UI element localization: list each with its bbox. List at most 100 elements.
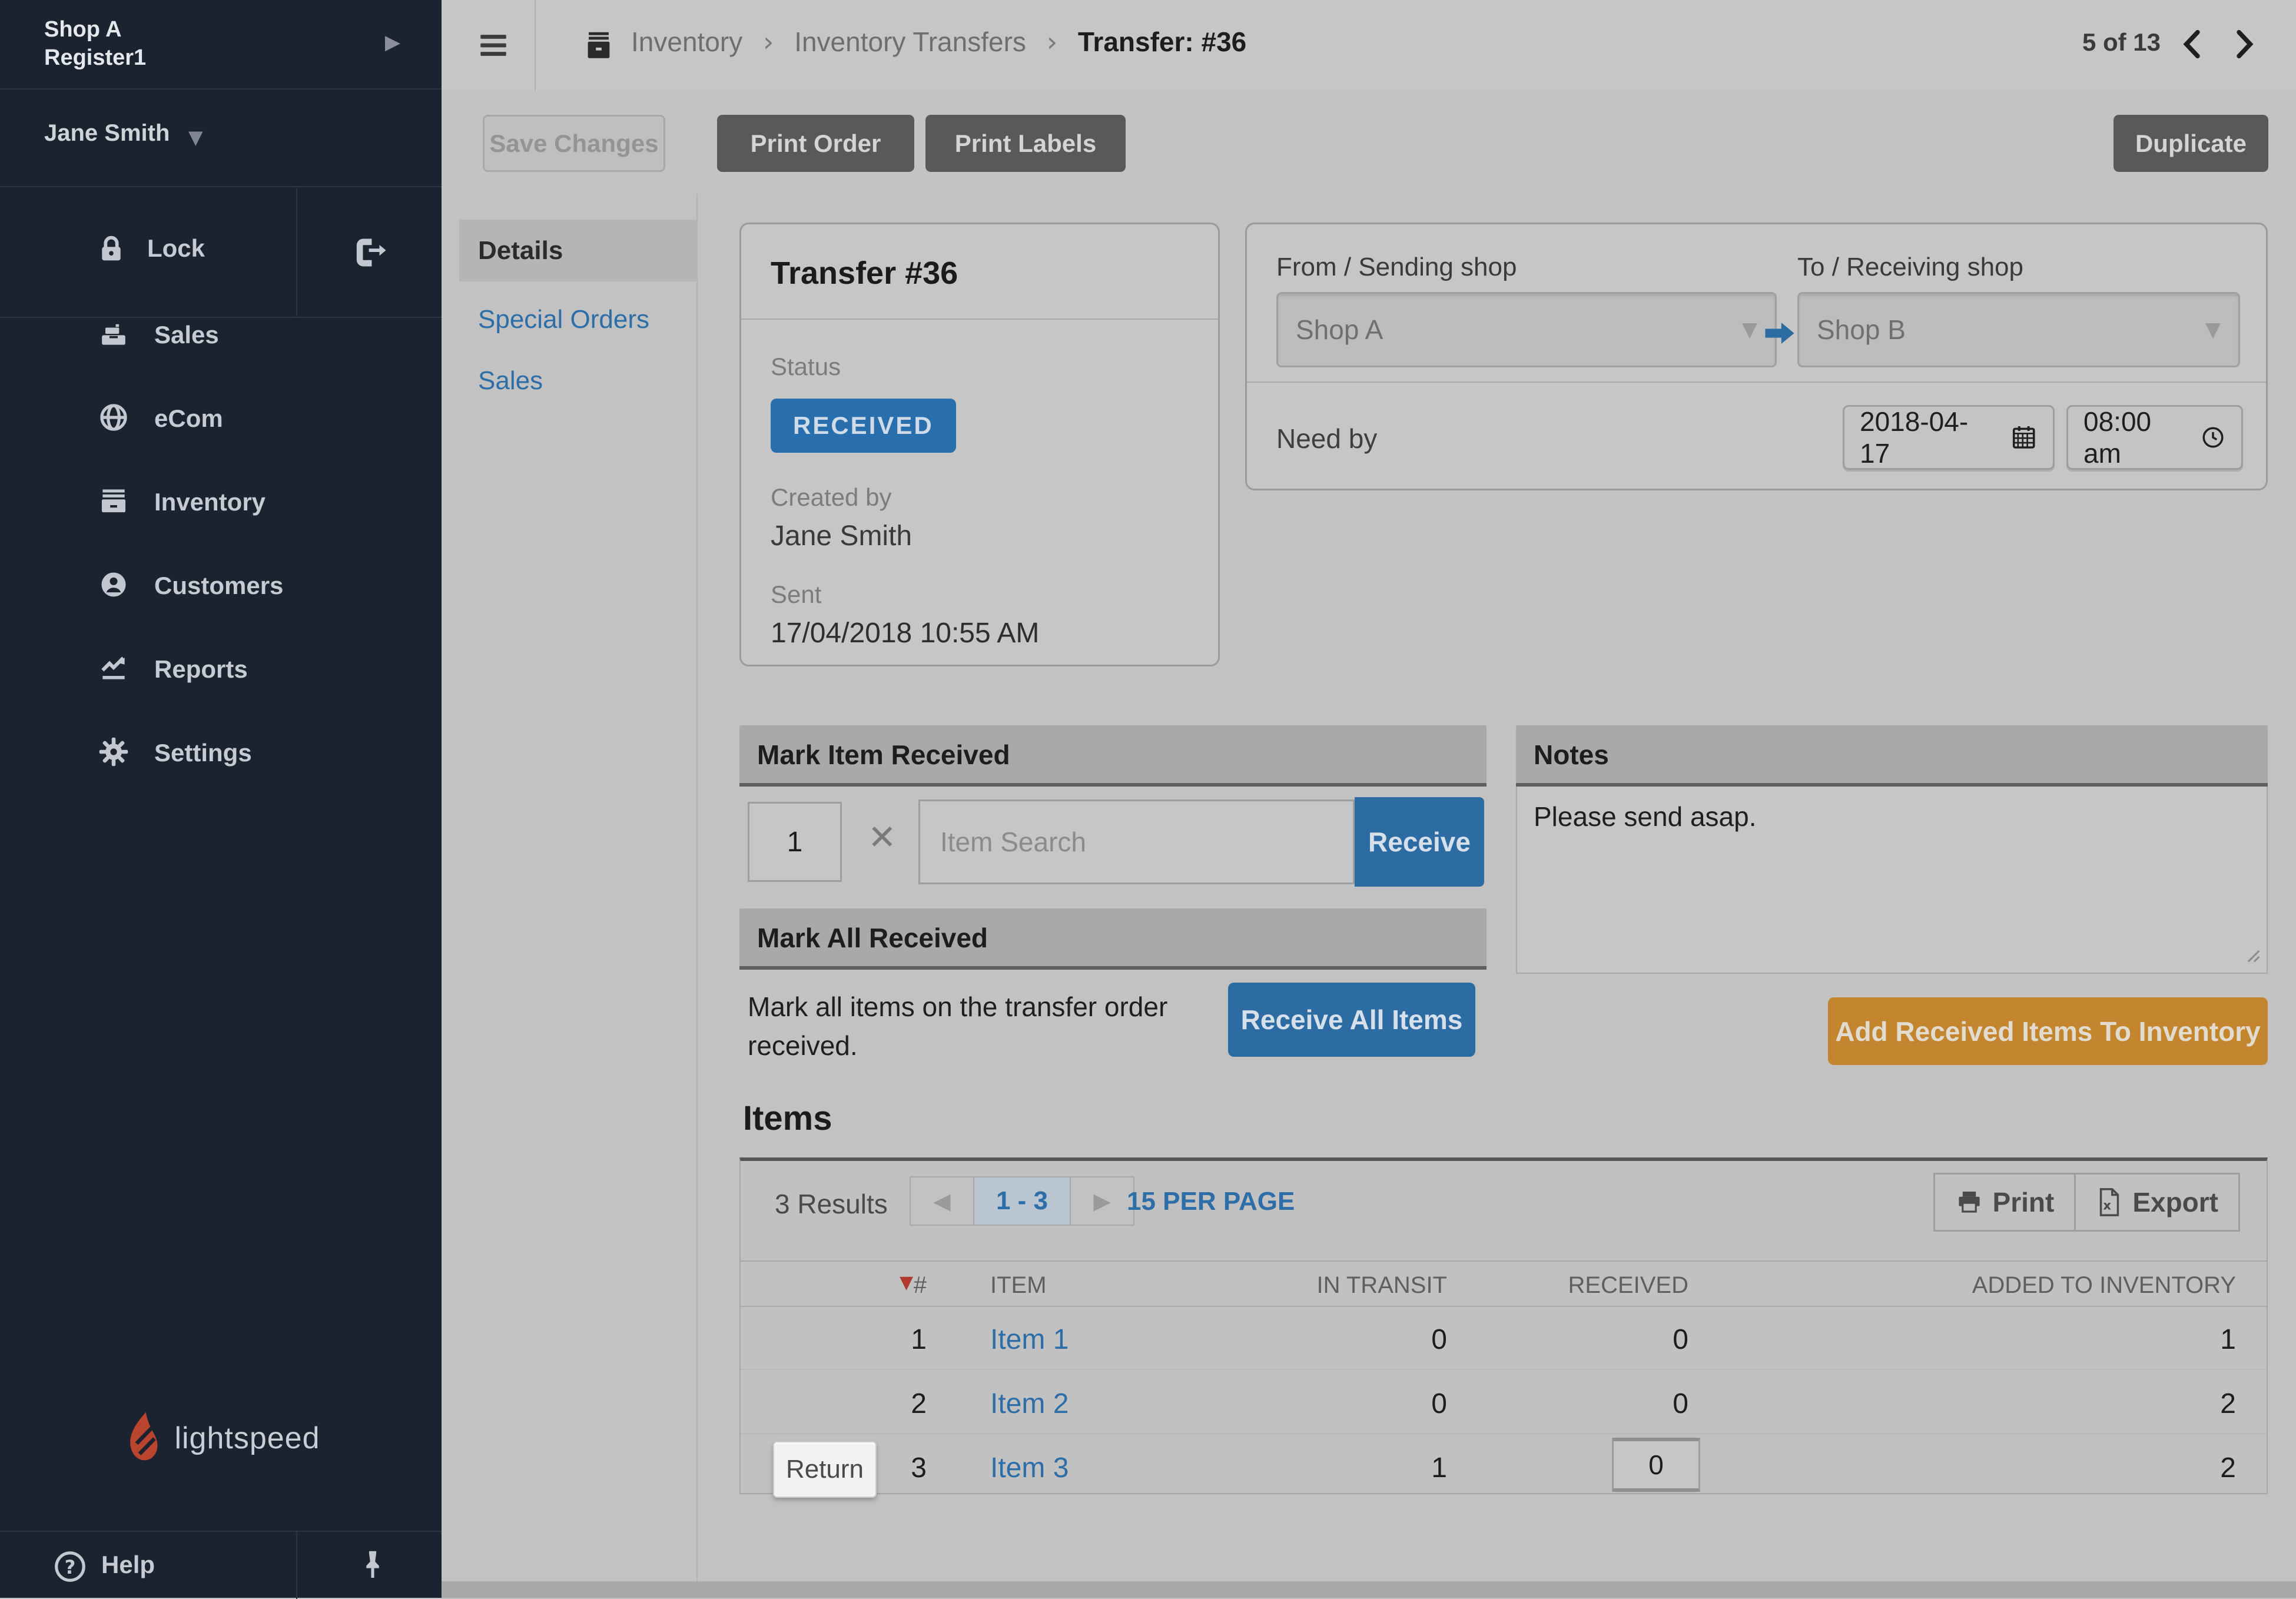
calendar-icon bbox=[2012, 426, 2035, 449]
cash-register-icon bbox=[97, 317, 130, 353]
table-export-button[interactable]: x Export bbox=[2076, 1175, 2238, 1230]
clear-qty-icon[interactable]: ✕ bbox=[868, 817, 897, 857]
table-actions: Print x Export bbox=[1933, 1173, 2240, 1232]
bottom-strip bbox=[442, 1581, 2296, 1598]
help-row: ? Help bbox=[0, 1531, 442, 1599]
logout-icon bbox=[353, 235, 387, 273]
sidebar-item-inventory[interactable]: Inventory bbox=[0, 461, 442, 545]
shipping-panel: From / Sending shop To / Receiving shop … bbox=[1245, 223, 2268, 490]
to-shop-label: To / Receiving shop bbox=[1797, 253, 2023, 281]
inventory-box-icon bbox=[97, 485, 130, 520]
receive-button[interactable]: Receive bbox=[1355, 797, 1484, 887]
breadcrumb-separator: › bbox=[1046, 26, 1058, 58]
table-print-button[interactable]: Print bbox=[1935, 1175, 2076, 1230]
items-toolbar: 3 Results ◀ 1 - 3 ▶ 15 PER PAGE Print x … bbox=[741, 1161, 2267, 1241]
save-changes-button[interactable]: Save Changes bbox=[483, 115, 665, 172]
chevron-right-icon: ▶ bbox=[384, 31, 400, 54]
pager-next-icon[interactable]: ▶ bbox=[1071, 1177, 1133, 1225]
need-by-time-field[interactable]: 08:00 am bbox=[2066, 405, 2243, 470]
col-item[interactable]: ITEM bbox=[990, 1272, 1047, 1299]
pager-prev-icon[interactable]: ◀ bbox=[911, 1177, 973, 1225]
breadcrumb-current: Transfer: #36 bbox=[1077, 26, 1247, 57]
sidebar-item-settings[interactable]: Settings bbox=[0, 712, 442, 795]
sidebar-item-ecom[interactable]: eCom bbox=[0, 377, 442, 461]
sidebar-item-reports[interactable]: Reports bbox=[0, 628, 442, 712]
person-icon bbox=[97, 568, 130, 604]
breadcrumb-separator: › bbox=[763, 26, 774, 58]
gear-icon bbox=[97, 735, 130, 771]
globe-icon bbox=[97, 401, 130, 437]
col-in-transit[interactable]: IN TRANSIT bbox=[1316, 1272, 1447, 1299]
table-row: 2 Item 2 0 0 2 bbox=[741, 1371, 2267, 1434]
mark-item-received-section: Mark Item Received ✕ Receive bbox=[739, 725, 1487, 901]
item-link[interactable]: Item 2 bbox=[990, 1388, 1069, 1420]
shop-register-label: Shop A Register1 bbox=[44, 17, 147, 70]
from-shop-select[interactable]: Shop A ▼ bbox=[1276, 292, 1777, 367]
notes-textarea[interactable]: Please send asap. bbox=[1516, 787, 2268, 974]
item-link[interactable]: Item 3 bbox=[990, 1452, 1069, 1484]
tab-details[interactable]: Details bbox=[459, 220, 698, 281]
col-number[interactable]: # bbox=[741, 1272, 927, 1299]
help-button[interactable]: ? Help bbox=[0, 1532, 297, 1599]
pin-sidebar-button[interactable] bbox=[297, 1532, 442, 1599]
sidebar-item-customers[interactable]: Customers bbox=[0, 545, 442, 628]
content-area: Details Special Orders Sales Transfer #3… bbox=[442, 194, 2296, 1598]
lock-label: Lock bbox=[147, 234, 205, 262]
lightspeed-logo: lightspeed bbox=[0, 1410, 442, 1492]
pager-range: 1 - 3 bbox=[973, 1177, 1071, 1225]
resize-grip-icon[interactable] bbox=[2239, 942, 2263, 968]
previous-record-button[interactable] bbox=[2177, 26, 2209, 65]
transfer-summary-card: Transfer #36 Status RECEIVED Created by … bbox=[739, 223, 1220, 666]
tab-special-orders[interactable]: Special Orders bbox=[459, 305, 698, 334]
duplicate-button[interactable]: Duplicate bbox=[2113, 115, 2268, 172]
breadcrumb-inventory[interactable]: Inventory bbox=[631, 26, 742, 57]
chevron-down-icon: ▼ bbox=[188, 126, 203, 148]
chevron-down-icon: ▼ bbox=[2205, 318, 2221, 341]
breadcrumb: Inventory › Inventory Transfers › Transf… bbox=[631, 26, 1246, 58]
next-record-button[interactable] bbox=[2228, 26, 2259, 65]
sidebar-item-sales[interactable]: Sales bbox=[0, 294, 442, 377]
transfer-title: Transfer #36 bbox=[771, 256, 958, 291]
receive-all-items-button[interactable]: Receive All Items bbox=[1228, 983, 1475, 1057]
shop-register-switcher[interactable]: Shop A Register1 ▶ bbox=[0, 0, 442, 89]
items-title: Items bbox=[743, 1099, 832, 1137]
sent-label: Sent bbox=[771, 580, 822, 608]
receive-qty-input[interactable] bbox=[748, 802, 842, 882]
topbar-divider bbox=[535, 0, 536, 91]
breadcrumb-inventory-transfers[interactable]: Inventory Transfers bbox=[794, 26, 1026, 57]
svg-text:x: x bbox=[2103, 1198, 2112, 1213]
created-by-label: Created by bbox=[771, 483, 892, 511]
status-label: Status bbox=[771, 353, 841, 380]
tab-sales[interactable]: Sales bbox=[459, 366, 698, 396]
to-shop-select[interactable]: Shop B ▼ bbox=[1797, 292, 2240, 367]
help-icon: ? bbox=[52, 1548, 88, 1588]
svg-text:?: ? bbox=[65, 1556, 76, 1578]
help-label: Help bbox=[101, 1551, 155, 1578]
hamburger-menu-icon[interactable] bbox=[476, 28, 511, 65]
print-labels-button[interactable]: Print Labels bbox=[925, 115, 1126, 172]
col-received[interactable]: RECEIVED bbox=[1568, 1272, 1689, 1299]
received-qty-input[interactable] bbox=[1612, 1438, 1700, 1492]
created-by-value: Jane Smith bbox=[771, 520, 913, 552]
sent-value: 17/04/2018 10:55 AM bbox=[771, 618, 1040, 649]
lock-icon bbox=[94, 232, 128, 269]
notes-section: Notes Please send asap. bbox=[1516, 725, 2268, 977]
printer-icon bbox=[1958, 1192, 1980, 1213]
clock-icon bbox=[2202, 427, 2224, 448]
add-received-items-to-inventory-button[interactable]: Add Received Items To Inventory bbox=[1828, 997, 2268, 1065]
per-page-link[interactable]: 15 PER PAGE bbox=[1127, 1187, 1295, 1216]
chevron-down-icon: ▼ bbox=[1741, 318, 1757, 341]
results-count: 3 Results bbox=[775, 1189, 888, 1219]
items-table-panel: 3 Results ◀ 1 - 3 ▶ 15 PER PAGE Print x … bbox=[739, 1157, 2268, 1498]
flame-icon bbox=[130, 1412, 158, 1461]
action-bar: Save Changes Print Order Print Labels Du… bbox=[442, 91, 2296, 194]
need-by-date-field[interactable]: 2018-04-17 bbox=[1843, 405, 2055, 470]
col-added[interactable]: ADDED TO INVENTORY bbox=[1972, 1272, 2236, 1299]
item-link[interactable]: Item 1 bbox=[990, 1323, 1069, 1356]
user-menu[interactable]: Jane Smith ▼ bbox=[0, 89, 442, 187]
print-order-button[interactable]: Print Order bbox=[717, 115, 914, 172]
table-row: 1 Item 1 0 0 1 bbox=[741, 1307, 2267, 1370]
transfer-arrow-icon bbox=[1760, 316, 1799, 354]
export-file-icon: x bbox=[2100, 1188, 2119, 1216]
item-search-input[interactable] bbox=[918, 800, 1355, 884]
